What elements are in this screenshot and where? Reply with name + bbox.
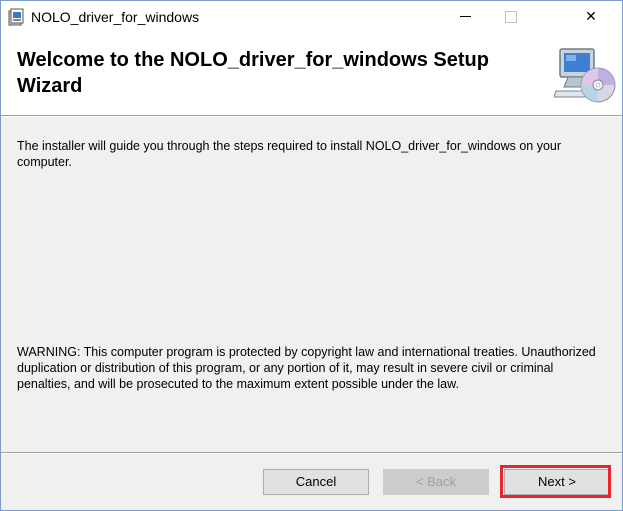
computer-cd-icon bbox=[554, 48, 616, 103]
close-button[interactable]: ✕ bbox=[568, 1, 614, 32]
wizard-banner: Welcome to the NOLO_driver_for_windows S… bbox=[1, 33, 622, 115]
installer-app-icon bbox=[8, 8, 24, 26]
title-bar[interactable]: NOLO_driver_for_windows ✕ bbox=[1, 1, 622, 33]
back-button[interactable]: < Back bbox=[383, 469, 489, 495]
minimize-icon bbox=[459, 16, 471, 17]
close-icon: ✕ bbox=[585, 8, 597, 25]
maximize-icon bbox=[505, 10, 517, 23]
footer-divider-highlight bbox=[1, 453, 622, 454]
banner-divider-highlight bbox=[1, 116, 622, 117]
maximize-button[interactable] bbox=[488, 1, 534, 32]
wizard-title: Welcome to the NOLO_driver_for_windows S… bbox=[17, 49, 489, 97]
next-button[interactable]: Next > bbox=[504, 469, 610, 495]
cancel-button[interactable]: Cancel bbox=[263, 469, 369, 495]
intro-text: The installer will guide you through the… bbox=[17, 139, 562, 169]
minimize-button[interactable] bbox=[442, 1, 488, 32]
copyright-warning-text: WARNING: This computer program is protec… bbox=[17, 345, 596, 391]
setup-wizard-window: NOLO_driver_for_windows ✕ Welcome to the… bbox=[0, 0, 623, 511]
window-title: NOLO_driver_for_windows bbox=[31, 9, 200, 25]
